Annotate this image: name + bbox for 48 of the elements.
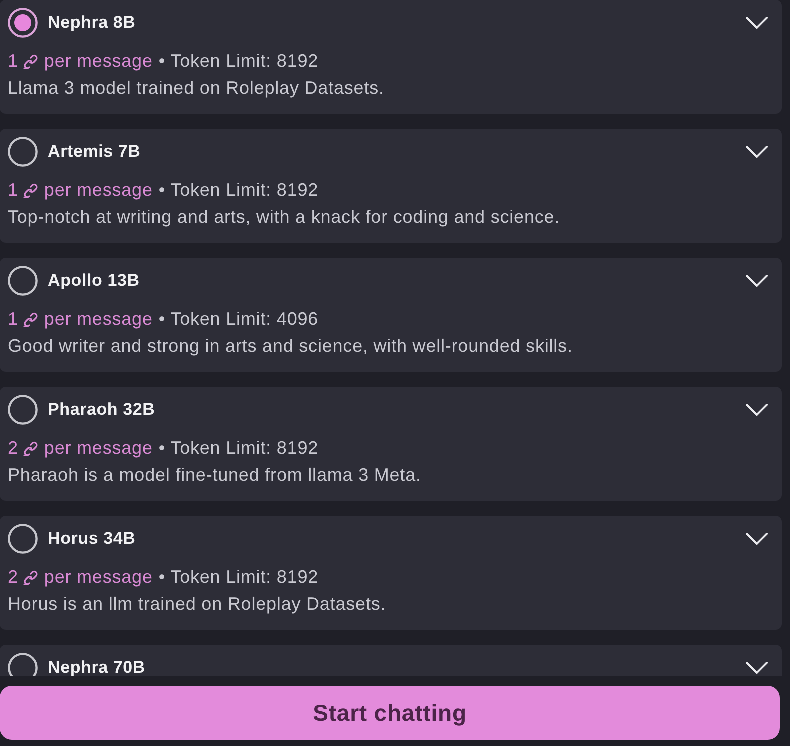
- cost-label: per message: [44, 437, 153, 460]
- cost-label: per message: [44, 50, 153, 73]
- cost-amount: 1: [8, 179, 18, 202]
- cost-amount: 1: [8, 50, 18, 73]
- model-description: Llama 3 model trained on Roleplay Datasets.: [8, 77, 386, 100]
- model-name: Pharaoh 32B: [48, 400, 156, 420]
- chain-link-icon: [23, 440, 40, 456]
- cost-label: per message: [44, 566, 153, 589]
- chevron-down-icon[interactable]: [746, 404, 768, 416]
- chevron-down-icon[interactable]: [746, 275, 768, 287]
- chain-link-icon: [23, 570, 40, 586]
- chevron-down-icon[interactable]: [746, 146, 768, 158]
- model-description: Pharaoh is a model fine-tuned from llama 3 Meta.: [8, 464, 422, 487]
- radio-button[interactable]: [8, 8, 38, 38]
- model-card[interactable]: Apollo 13B 1 per message • Token Limit: 4096 Good writer and strong in arts and science, with well-rounded skills.: [0, 258, 782, 372]
- cost-amount: 2: [8, 437, 18, 460]
- chevron-down-icon[interactable]: [746, 17, 768, 29]
- cost-amount: 2: [8, 566, 18, 589]
- model-name: Nephra 8B: [48, 13, 137, 33]
- model-description: Top-notch at writing and arts, with a knack for coding and science.: [8, 206, 562, 229]
- model-name: Horus 34B: [48, 529, 137, 549]
- start-chatting-button[interactable]: Start chatting: [0, 686, 780, 740]
- model-description: Horus is an llm trained on Roleplay Datasets.: [8, 593, 388, 616]
- chain-link-icon: [23, 54, 40, 70]
- token-limit: • Token Limit: 8192: [158, 566, 319, 589]
- cost-amount: 1: [8, 308, 18, 331]
- model-card[interactable]: Horus 34B 2 per message • Token Limit: 8192 Horus is an llm trained on Roleplay Datasets.: [0, 516, 782, 630]
- model-description: Good writer and strong in arts and science, with well-rounded skills.: [8, 335, 574, 358]
- radio-button[interactable]: [8, 524, 38, 554]
- model-card[interactable]: Artemis 7B 1 per message • Token Limit: 8192 Top-notch at writing and arts, with a knack for coding and science.: [0, 129, 782, 243]
- model-name: Artemis 7B: [48, 142, 142, 162]
- token-limit: • Token Limit: 4096: [158, 308, 319, 331]
- token-limit: • Token Limit: 8192: [158, 50, 319, 73]
- chevron-down-icon[interactable]: [746, 533, 768, 545]
- chevron-down-icon[interactable]: [746, 662, 768, 674]
- radio-button[interactable]: [8, 653, 38, 676]
- radio-button[interactable]: [8, 266, 38, 296]
- token-limit: • Token Limit: 8192: [158, 437, 319, 460]
- chain-link-icon: [23, 182, 40, 198]
- token-limit: • Token Limit: 8192: [158, 179, 319, 202]
- chain-link-icon: [23, 312, 40, 328]
- model-card[interactable]: Nephra 8B 1 per message • Token Limit: 8192 Llama 3 model trained on Roleplay Datasets.: [0, 0, 782, 114]
- cost-label: per message: [44, 308, 153, 331]
- radio-button[interactable]: [8, 137, 38, 167]
- radio-button[interactable]: [8, 395, 38, 425]
- model-name: Apollo 13B: [48, 271, 141, 291]
- model-card[interactable]: Pharaoh 32B 2 per message • Token Limit: 8192 Pharaoh is a model fine-tuned from llama 3 Meta.: [0, 387, 782, 501]
- cost-label: per message: [44, 179, 153, 202]
